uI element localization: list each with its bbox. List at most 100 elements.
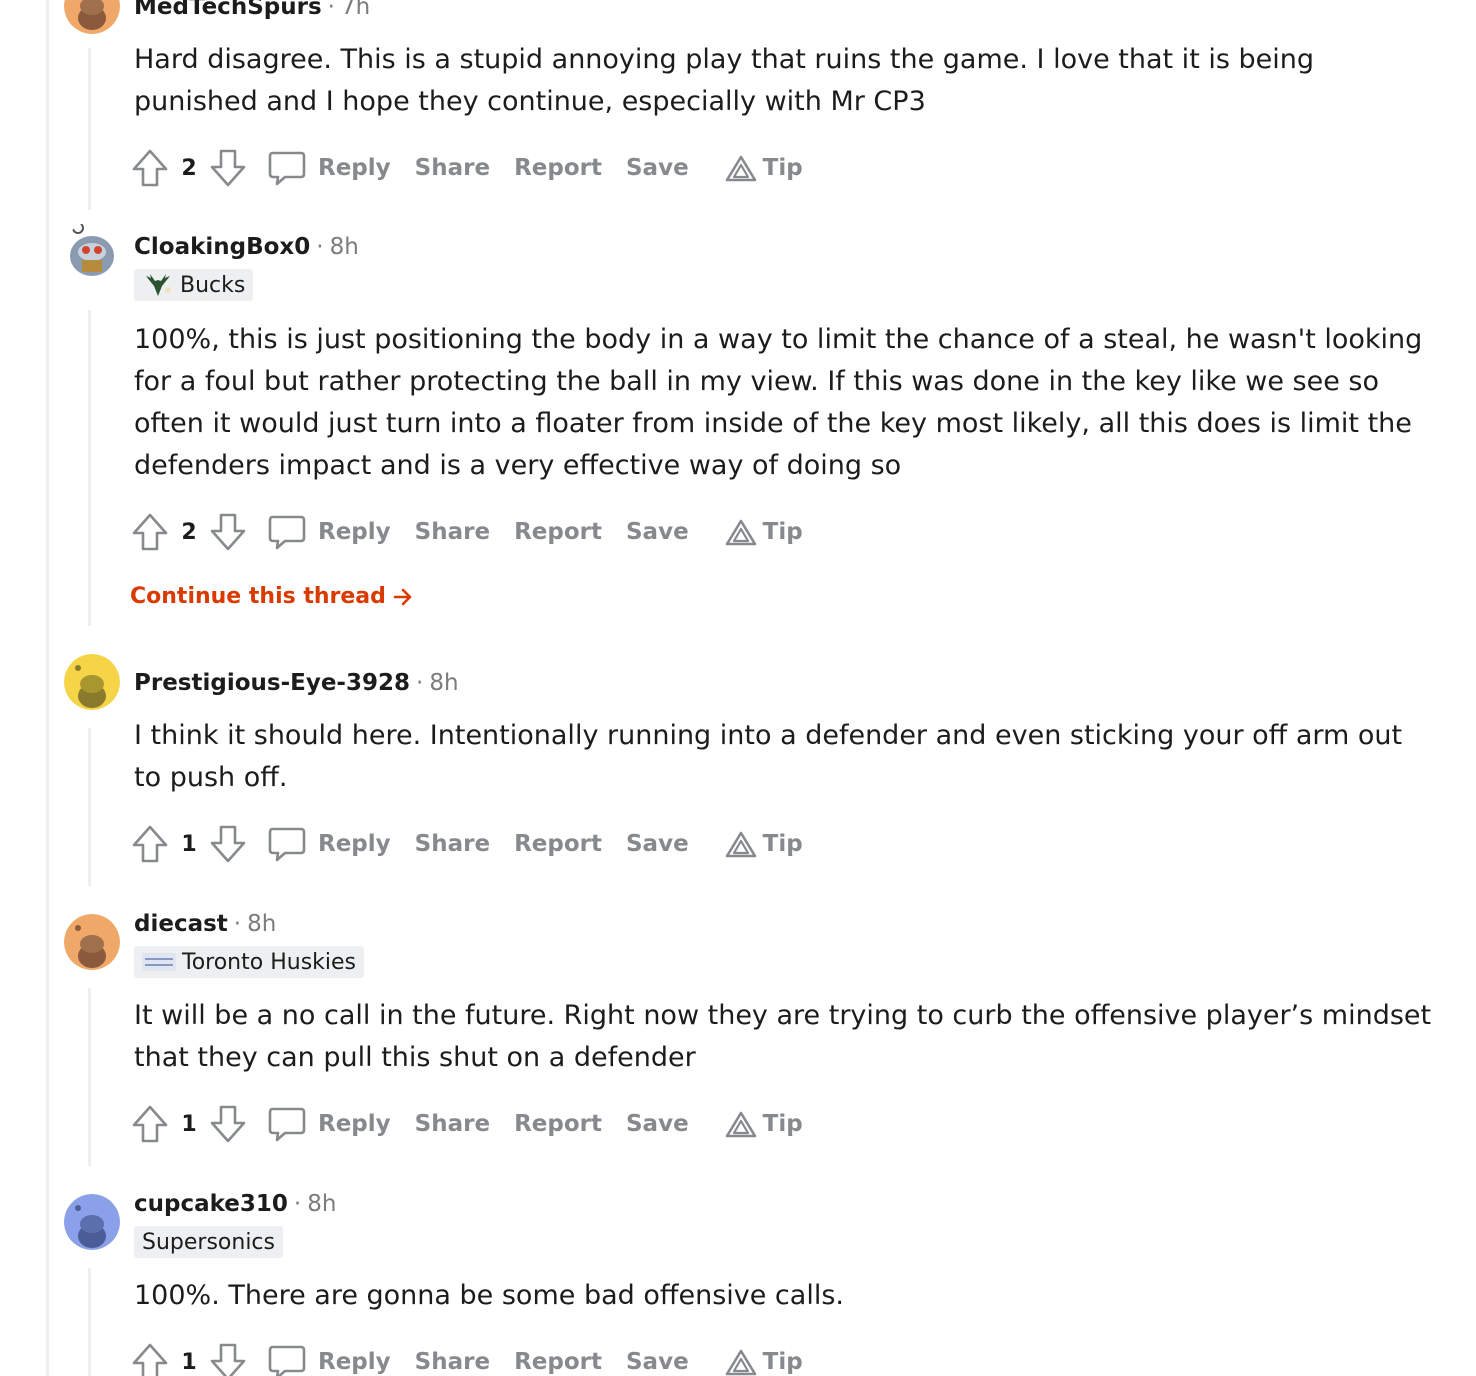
save-button[interactable]: Save <box>626 519 689 545</box>
snoo-avatar-icon <box>64 0 120 34</box>
bucks-logo-icon <box>142 272 174 298</box>
downvote-arrow-icon[interactable] <box>208 1340 248 1376</box>
username[interactable]: CloakingBox0 <box>134 234 310 260</box>
save-button[interactable]: Save <box>626 1111 689 1137</box>
tip-button[interactable]: Tip <box>725 154 803 182</box>
comment-bubble-icon[interactable] <box>266 822 308 866</box>
save-button[interactable]: Save <box>626 831 689 857</box>
save-button[interactable]: Save <box>626 155 689 181</box>
username[interactable]: Prestigious-Eye-3928 <box>134 670 410 696</box>
tip-label: Tip <box>762 831 803 857</box>
timestamp[interactable]: 7h <box>341 0 370 20</box>
downvote-arrow-icon[interactable] <box>208 822 248 866</box>
user-flair: Bucks <box>134 269 254 301</box>
comment-actions: 2 Reply Share Report Save Tip <box>130 146 803 190</box>
comments-page: MedTechSpurs · 7h Hard disagree. This is a… <box>0 0 1476 1376</box>
comment-meta: diecast · 8h <box>134 909 276 939</box>
reply-button[interactable]: Reply <box>318 519 391 545</box>
comment-thread-line[interactable] <box>88 1268 91 1376</box>
tip-triangle-icon <box>725 1348 757 1376</box>
parent-thread-line[interactable] <box>46 0 49 1376</box>
comment-body: I think it should here. Intentionally ru… <box>134 720 1403 793</box>
comment-bubble-icon[interactable] <box>266 510 308 554</box>
tip-label: Tip <box>762 1349 803 1375</box>
separator-dot: · <box>416 670 424 696</box>
comment-bubble-icon[interactable] <box>266 1340 308 1376</box>
avatar[interactable] <box>64 222 120 278</box>
tip-button[interactable]: Tip <box>725 1348 803 1376</box>
save-button[interactable]: Save <box>626 1349 689 1375</box>
comment-thread-line[interactable] <box>88 310 91 626</box>
comment-thread-line[interactable] <box>88 728 91 886</box>
username[interactable]: cupcake310 <box>134 1191 288 1217</box>
tip-label: Tip <box>762 155 803 181</box>
report-button[interactable]: Report <box>514 1349 602 1375</box>
timestamp[interactable]: 8h <box>330 234 359 260</box>
continue-thread-link[interactable]: Continue this thread <box>130 584 414 609</box>
downvote-arrow-icon[interactable] <box>208 146 248 190</box>
share-button[interactable]: Share <box>415 831 490 857</box>
comment-actions: 1 Reply Share Report Save Tip <box>130 822 803 866</box>
downvote-arrow-icon[interactable] <box>208 510 248 554</box>
comment-bubble-icon[interactable] <box>266 146 308 190</box>
reply-button[interactable]: Reply <box>318 1111 391 1137</box>
comment-body: Hard disagree. This is a stupid annoying… <box>134 44 1315 117</box>
username[interactable]: MedTechSpurs <box>134 0 322 20</box>
comment-meta: CloakingBox0 · 8h <box>134 232 359 262</box>
flair-text: Bucks <box>180 272 246 298</box>
share-button[interactable]: Share <box>415 1349 490 1375</box>
upvote-arrow-icon[interactable] <box>130 1340 170 1376</box>
separator-dot: · <box>327 0 335 20</box>
tip-triangle-icon <box>725 154 757 182</box>
report-button[interactable]: Report <box>514 1111 602 1137</box>
snoo-avatar-icon <box>64 654 120 710</box>
vote-score: 2 <box>181 155 197 181</box>
avatar[interactable] <box>64 1194 120 1250</box>
separator-dot: · <box>316 234 324 260</box>
reply-button[interactable]: Reply <box>318 1349 391 1375</box>
upvote-arrow-icon[interactable] <box>130 1102 170 1146</box>
reply-button[interactable]: Reply <box>318 831 391 857</box>
avatar[interactable] <box>64 654 120 710</box>
comment-meta: MedTechSpurs · 7h <box>134 0 370 22</box>
upvote-arrow-icon[interactable] <box>130 822 170 866</box>
user-flair: Toronto Huskies <box>134 946 365 978</box>
avatar[interactable] <box>64 914 120 970</box>
comment-body: It will be a no call in the future. Righ… <box>134 1000 1432 1073</box>
report-button[interactable]: Report <box>514 831 602 857</box>
tip-button[interactable]: Tip <box>725 1110 803 1138</box>
toronto-huskies-logo-icon <box>142 951 176 973</box>
tip-button[interactable]: Tip <box>725 830 803 858</box>
comment-actions: 2 Reply Share Report Save Tip <box>130 510 803 554</box>
tip-triangle-icon <box>725 518 757 546</box>
upvote-arrow-icon[interactable] <box>130 146 170 190</box>
timestamp[interactable]: 8h <box>247 911 276 937</box>
continue-thread-label: Continue this thread <box>130 584 386 609</box>
snoo-avatar-icon <box>64 1194 120 1250</box>
comment-bubble-icon[interactable] <box>266 1102 308 1146</box>
vote-score: 2 <box>181 519 197 545</box>
timestamp[interactable]: 8h <box>429 670 458 696</box>
arrow-right-icon <box>393 588 412 605</box>
vote-score: 1 <box>181 831 197 857</box>
comment-meta: Prestigious-Eye-3928 · 8h <box>134 668 459 698</box>
username[interactable]: diecast <box>134 911 228 937</box>
upvote-arrow-icon[interactable] <box>130 510 170 554</box>
share-button[interactable]: Share <box>415 155 490 181</box>
comment-thread-line[interactable] <box>88 988 91 1166</box>
share-button[interactable]: Share <box>415 1111 490 1137</box>
avatar[interactable] <box>64 0 120 34</box>
tip-triangle-icon <box>725 1110 757 1138</box>
vote-score: 1 <box>181 1111 197 1137</box>
tip-button[interactable]: Tip <box>725 518 803 546</box>
comment-thread-line[interactable] <box>88 48 91 210</box>
share-button[interactable]: Share <box>415 519 490 545</box>
report-button[interactable]: Report <box>514 155 602 181</box>
downvote-arrow-icon[interactable] <box>208 1102 248 1146</box>
report-button[interactable]: Report <box>514 519 602 545</box>
tip-label: Tip <box>762 519 803 545</box>
timestamp[interactable]: 8h <box>307 1191 336 1217</box>
user-flair: Supersonics <box>134 1226 283 1258</box>
comment-body: 100%. There are gonna be some bad offens… <box>134 1280 844 1311</box>
reply-button[interactable]: Reply <box>318 155 391 181</box>
